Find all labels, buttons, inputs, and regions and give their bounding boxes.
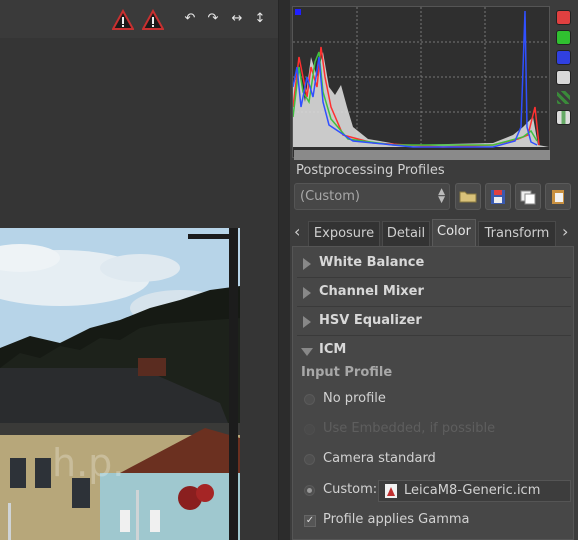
save-icon <box>491 190 505 204</box>
copy-icon <box>520 190 536 205</box>
paste-icon <box>552 190 564 204</box>
tab-color[interactable]: Color <box>432 219 476 246</box>
histogram-bar-toggle-icon[interactable] <box>556 110 571 125</box>
expander-collapsed-icon <box>303 316 311 328</box>
radio-button[interactable] <box>304 394 315 405</box>
rotate-right-button[interactable]: ↷ <box>203 9 223 29</box>
preview-image: h.p. <box>0 228 240 540</box>
custom-profile-filename: LeicaM8-Generic.icm <box>404 483 541 498</box>
expander-expanded-icon <box>301 348 313 356</box>
radio-button <box>304 424 315 435</box>
radio-use-embedded: Use Embedded, if possible <box>302 419 552 441</box>
open-profile-button[interactable] <box>455 183 481 210</box>
profile-applies-gamma-label: Profile applies Gamma <box>323 512 470 527</box>
expander-collapsed-icon <box>303 258 311 270</box>
expander-collapsed-icon <box>303 287 311 299</box>
profile-applies-gamma-checkbox[interactable]: ✓ <box>304 515 316 527</box>
radio-button[interactable] <box>304 485 315 496</box>
profile-select-value: (Custom) <box>300 189 360 204</box>
histogram-red-toggle[interactable] <box>556 10 571 25</box>
rotate-left-button[interactable]: ↶ <box>180 9 200 29</box>
radio-label: Custom: <box>323 482 378 497</box>
radio-label: Use Embedded, if possible <box>323 421 496 436</box>
save-profile-button[interactable] <box>485 183 511 210</box>
radio-custom[interactable]: Custom: <box>302 480 378 502</box>
section-title: Channel Mixer <box>319 284 424 299</box>
folder-icon <box>459 191 477 203</box>
section-channel-mixer[interactable]: Channel Mixer <box>297 279 571 307</box>
profile-select[interactable]: (Custom) ▲ ▼ <box>294 183 450 210</box>
editor-toolbar: ↶ ↷ ↔ ↕ <box>0 0 280 39</box>
section-title: ICM <box>319 342 347 357</box>
radio-label: No profile <box>323 391 386 406</box>
radio-label: Camera standard <box>323 451 436 466</box>
spinner-arrows-icon: ▲ ▼ <box>438 187 445 205</box>
histogram-raw-toggle-icon[interactable] <box>556 90 571 105</box>
paste-profile-button[interactable] <box>545 183 571 210</box>
input-profile-label: Input Profile <box>301 365 393 380</box>
section-white-balance[interactable]: White Balance <box>297 250 571 278</box>
section-icm[interactable]: ICM <box>297 337 571 365</box>
radio-no-profile[interactable]: No profile <box>302 389 552 411</box>
warning-triangle-icon[interactable] <box>142 9 164 31</box>
flip-horizontal-button[interactable]: ↔ <box>227 9 247 29</box>
histogram <box>292 6 550 158</box>
histogram-blue-toggle[interactable] <box>556 50 571 65</box>
warning-triangle-icon[interactable] <box>112 9 134 31</box>
section-title: White Balance <box>319 255 425 270</box>
tab-scroll-right-icon[interactable]: › <box>562 222 568 241</box>
tab-transform[interactable]: Transform <box>478 221 556 246</box>
histogram-raw-bar <box>294 150 550 160</box>
postprocessing-profiles-label: Postprocessing Profiles <box>296 163 445 178</box>
custom-profile-file-chooser[interactable]: LeicaM8-Generic.icm <box>378 480 571 502</box>
histogram-luminance-toggle[interactable] <box>556 70 571 85</box>
tab-detail[interactable]: Detail <box>382 221 430 246</box>
copy-profile-button[interactable] <box>515 183 541 210</box>
photo-watermark: h.p. <box>52 441 124 485</box>
section-title: HSV Equalizer <box>319 313 422 328</box>
histogram-green-toggle[interactable] <box>556 30 571 45</box>
file-icon <box>385 484 397 498</box>
radio-camera-standard[interactable]: Camera standard <box>302 449 552 471</box>
section-hsv-equalizer[interactable]: HSV Equalizer <box>297 308 571 336</box>
radio-button[interactable] <box>304 454 315 465</box>
tab-exposure[interactable]: Exposure <box>308 221 380 246</box>
tab-bar: Exposure Detail Color Transform <box>290 219 578 246</box>
flip-vertical-button[interactable]: ↕ <box>250 9 270 29</box>
